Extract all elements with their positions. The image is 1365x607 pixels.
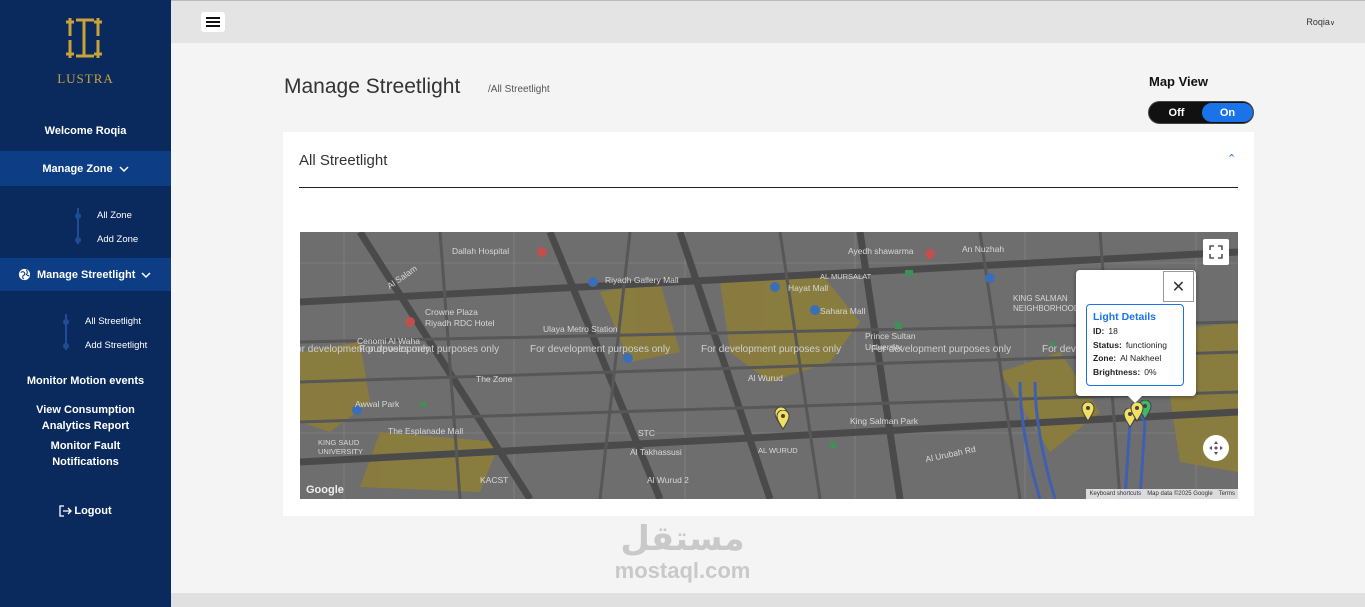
map-label: Al Wurud xyxy=(748,373,783,383)
zone-submenu: All Zone Add Zone xyxy=(0,200,171,250)
fullscreen-button[interactable] xyxy=(1203,239,1229,265)
terms-link[interactable]: Terms xyxy=(1219,491,1235,497)
user-name: Roqia xyxy=(1306,17,1330,27)
map-label: AL MURSALAT xyxy=(820,272,872,281)
streetlight-submenu: All Streetlight Add Streetlight xyxy=(0,306,171,356)
chevron-down-icon xyxy=(141,271,151,278)
close-icon[interactable]: ✕ xyxy=(1163,271,1194,302)
nav-all-zone[interactable]: All Zone xyxy=(75,210,132,221)
user-menu[interactable]: Roqia∨ xyxy=(1306,17,1335,27)
main-content: Manage Streetlight /All Streetlight Map … xyxy=(171,43,1365,593)
map-label: Riyadh Gallery Mall xyxy=(605,275,679,285)
toggle-off[interactable]: Off xyxy=(1149,102,1204,123)
map-label: Al Wurud 2 xyxy=(647,475,689,485)
submenu-dot xyxy=(63,342,69,349)
map-label: Dallah Hospital xyxy=(452,246,510,256)
nav-all-streetlight[interactable]: All Streetlight xyxy=(63,316,141,327)
logo: LUSTRA xyxy=(0,14,171,87)
map-label: Hayat Mall xyxy=(788,283,829,293)
sidebar: LUSTRA Welcome Roqia Manage Zone All Zon… xyxy=(0,0,171,607)
nav-add-zone-label: Add Zone xyxy=(97,234,139,245)
map-label: An Nuzhah xyxy=(962,244,1005,254)
streetlight-marker-icon[interactable] xyxy=(1081,402,1095,422)
fullscreen-icon xyxy=(1209,245,1223,259)
nav-manage-streetlight-label: Manage Streetlight xyxy=(37,268,136,281)
keyboard-shortcuts-link[interactable]: Keyboard shortcuts xyxy=(1089,491,1141,497)
map-label: Awwal Park xyxy=(355,399,400,409)
footer-bar xyxy=(171,593,1365,607)
map-label: STC xyxy=(638,428,655,438)
map[interactable]: Dallah Hospital Riyadh Gallery Mall Ayed… xyxy=(300,232,1238,499)
logout-label: Logout xyxy=(74,505,112,517)
logo-text: LUSTRA xyxy=(57,71,114,86)
submenu-dot xyxy=(75,212,81,219)
map-attribution: Keyboard shortcuts Map data ©2025 Google… xyxy=(1086,489,1238,499)
map-label: AL WURUD xyxy=(758,446,798,455)
map-label: Ayedh shawarma xyxy=(848,246,914,256)
breadcrumb: /All Streetlight xyxy=(488,84,550,95)
map-label: Sahara Mall xyxy=(820,306,866,316)
nav-manage-zone-label: Manage Zone xyxy=(42,162,113,175)
camera-control-button[interactable] xyxy=(1203,435,1229,461)
dev-watermark-text: For development purposes only xyxy=(530,344,671,355)
nav-add-streetlight[interactable]: Add Streetlight xyxy=(63,340,147,351)
page-title: Manage Streetlight xyxy=(284,75,461,98)
map-label: The Esplanade Mall xyxy=(388,426,464,436)
map-data-text: Map data ©2025 Google xyxy=(1147,491,1213,497)
logout-icon xyxy=(59,505,73,517)
nav-add-streetlight-label: Add Streetlight xyxy=(85,340,148,351)
streetlight-marker-icon[interactable] xyxy=(776,410,790,430)
dev-watermark-text: For development purposes only xyxy=(871,344,1012,355)
camera-control-icon xyxy=(1209,441,1223,455)
nav-add-zone[interactable]: Add Zone xyxy=(75,234,138,245)
logout-button[interactable]: Logout xyxy=(0,505,171,517)
toggle-on[interactable]: On xyxy=(1202,103,1253,122)
nav-manage-streetlight[interactable]: Manage Streetlight xyxy=(0,258,171,291)
detail-id: ID: 18 xyxy=(1093,326,1118,336)
streetlight-marker-icon[interactable] xyxy=(1130,402,1144,422)
map-label: King Salman Park xyxy=(850,416,919,426)
detail-zone: Zone: Al Nakheel xyxy=(1093,353,1162,363)
detail-status: Status: functioning xyxy=(1093,339,1167,350)
nav-monitor-fault[interactable]: Monitor Fault Notifications xyxy=(0,438,171,470)
nav-all-zone-label: All Zone xyxy=(97,210,132,221)
light-details-popup: ✕ Light Details ID: 18 Status: functioning… xyxy=(1076,270,1196,403)
watermark-arabic: مستقل xyxy=(620,519,745,559)
map-label: KING SAUD UNIVERSITY xyxy=(318,438,364,456)
watermark-latin: mostaql.com xyxy=(614,558,751,583)
dev-watermark-text: For development purposes only xyxy=(701,344,842,355)
light-details-title: Light Details xyxy=(1093,311,1157,323)
top-bar: Roqia∨ xyxy=(171,0,1365,43)
hamburger-menu-icon[interactable] xyxy=(201,12,225,32)
divider xyxy=(299,187,1238,188)
globe-icon xyxy=(18,268,31,281)
lustra-logo-icon xyxy=(65,18,102,58)
map-label: Crowne Plaza Riyadh RDC Hotel xyxy=(425,307,495,328)
light-details-box: Light Details ID: 18 Status: functioning Z… xyxy=(1086,304,1184,386)
map-view-toggle[interactable]: Off On xyxy=(1148,101,1254,124)
map-label: Ulaya Metro Station xyxy=(543,324,618,334)
card-title: All Streetlight xyxy=(299,152,388,169)
submenu-dot xyxy=(75,236,81,243)
chevron-up-icon[interactable]: ⌃ xyxy=(1227,152,1236,165)
detail-brightness: Brightness: 0% xyxy=(1093,366,1157,377)
map-label: KACST xyxy=(480,475,509,485)
mostaql-watermark: مستقل mostaql.com xyxy=(600,518,765,582)
nav-view-consumption[interactable]: View Consumption Analytics Report xyxy=(0,402,171,434)
nav-monitor-motion[interactable]: Monitor Motion events xyxy=(0,373,171,389)
map-view-label: Map View xyxy=(1149,74,1209,89)
welcome-text: Welcome Roqia xyxy=(44,125,127,137)
chevron-down-icon xyxy=(119,165,129,172)
nav-all-streetlight-label: All Streetlight xyxy=(85,316,141,327)
map-label: The Zone xyxy=(476,374,513,384)
submenu-dot xyxy=(63,318,69,325)
streetlight-card: All Streetlight ⌃ Dallah Hospital Riyadh… xyxy=(283,132,1254,516)
google-logo: Google xyxy=(306,484,344,496)
map-label: Al Takhassusi xyxy=(630,447,682,457)
dev-watermark-text: For development purposes only xyxy=(359,344,500,355)
chevron-down-icon: ∨ xyxy=(1329,20,1335,27)
nav-manage-zone[interactable]: Manage Zone xyxy=(0,151,171,186)
